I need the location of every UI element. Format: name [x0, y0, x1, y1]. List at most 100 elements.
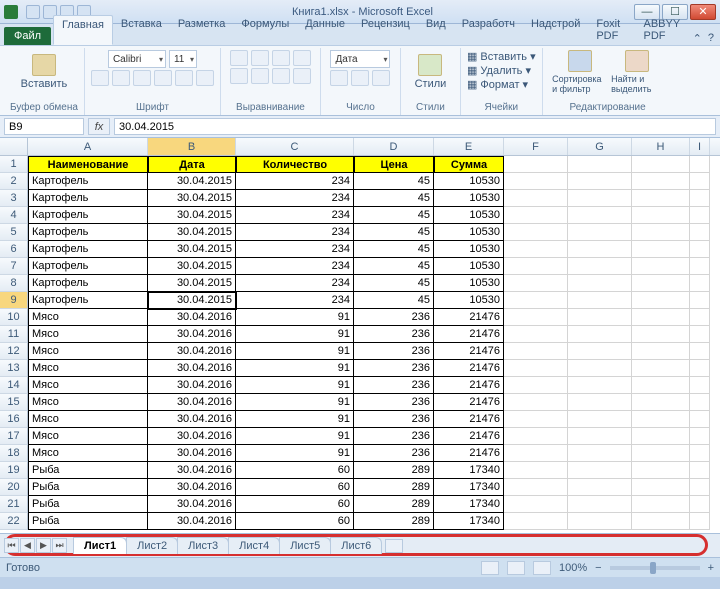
ribbon-tab-8[interactable]: Надстрой	[523, 15, 588, 45]
row-header-12[interactable]: 12	[0, 343, 28, 360]
font-size-combo[interactable]: 11	[169, 50, 197, 68]
cell[interactable]: 289	[354, 479, 434, 496]
cell[interactable]: 45	[354, 241, 434, 258]
cell[interactable]: 234	[236, 275, 354, 292]
row-header-10[interactable]: 10	[0, 309, 28, 326]
header-cell[interactable]: Цена	[354, 156, 434, 173]
cell[interactable]: Мясо	[28, 326, 148, 343]
cell[interactable]: 236	[354, 360, 434, 377]
currency-button[interactable]	[330, 70, 348, 86]
ribbon-tab-4[interactable]: Данные	[297, 15, 353, 45]
cell[interactable]: 289	[354, 462, 434, 479]
cell[interactable]: 17340	[434, 479, 504, 496]
cell[interactable]: Картофель	[28, 258, 148, 275]
cell[interactable]: 21476	[434, 428, 504, 445]
cell[interactable]: 60	[236, 513, 354, 530]
cell[interactable]: 30.04.2016	[148, 309, 236, 326]
merge-button[interactable]	[293, 68, 311, 84]
cell[interactable]: 91	[236, 428, 354, 445]
cell[interactable]: 30.04.2016	[148, 343, 236, 360]
cell[interactable]: 45	[354, 190, 434, 207]
paste-button[interactable]: Вставить	[25, 50, 63, 94]
cell[interactable]: Картофель	[28, 224, 148, 241]
row-header-9[interactable]: 9	[0, 292, 28, 309]
cell[interactable]: Мясо	[28, 445, 148, 462]
cell[interactable]: 91	[236, 377, 354, 394]
zoom-out-button[interactable]: −	[595, 562, 601, 574]
ribbon-tab-5[interactable]: Рецензиц	[353, 15, 418, 45]
cell[interactable]: 30.04.2015	[148, 258, 236, 275]
cell[interactable]: 236	[354, 326, 434, 343]
row-header-19[interactable]: 19	[0, 462, 28, 479]
sheet-nav-last-icon[interactable]: ⏭	[52, 538, 67, 553]
col-header-E[interactable]: E	[434, 138, 504, 155]
cell[interactable]: 30.04.2016	[148, 411, 236, 428]
cell[interactable]: Картофель	[28, 292, 148, 309]
cell[interactable]: 10530	[434, 207, 504, 224]
cell[interactable]: Мясо	[28, 377, 148, 394]
page-break-view-button[interactable]	[533, 561, 551, 575]
ribbon-tab-3[interactable]: Формулы	[233, 15, 297, 45]
cell[interactable]: 91	[236, 326, 354, 343]
row-header-18[interactable]: 18	[0, 445, 28, 462]
cell[interactable]: Рыба	[28, 462, 148, 479]
row-header-5[interactable]: 5	[0, 224, 28, 241]
cell[interactable]: 236	[354, 411, 434, 428]
col-header-A[interactable]: A	[28, 138, 148, 155]
row-header-6[interactable]: 6	[0, 241, 28, 258]
cell[interactable]: Картофель	[28, 190, 148, 207]
align-top-button[interactable]	[230, 50, 248, 66]
cell[interactable]: 60	[236, 496, 354, 513]
cell[interactable]: Мясо	[28, 411, 148, 428]
cell[interactable]: 236	[354, 394, 434, 411]
cell[interactable]: Рыба	[28, 513, 148, 530]
align-middle-button[interactable]	[251, 50, 269, 66]
fill-color-button[interactable]	[175, 70, 193, 86]
cell[interactable]: 91	[236, 309, 354, 326]
font-color-button[interactable]	[196, 70, 214, 86]
fx-button[interactable]: fx	[88, 118, 110, 135]
row-header-13[interactable]: 13	[0, 360, 28, 377]
cell[interactable]: 289	[354, 513, 434, 530]
bold-button[interactable]	[91, 70, 109, 86]
cell[interactable]: 234	[236, 173, 354, 190]
sheet-nav-prev-icon[interactable]: ◀	[20, 538, 35, 553]
zoom-slider[interactable]	[610, 566, 700, 570]
ribbon-tab-10[interactable]: ABBYY PDF	[635, 15, 690, 45]
ribbon-tab-0[interactable]: Главная	[53, 15, 113, 45]
select-all-corner[interactable]	[0, 138, 28, 155]
cell[interactable]: 30.04.2016	[148, 428, 236, 445]
cell[interactable]: 45	[354, 173, 434, 190]
cell[interactable]: 30.04.2015	[148, 292, 236, 309]
cell[interactable]: 91	[236, 343, 354, 360]
new-sheet-button[interactable]	[385, 539, 403, 553]
cell[interactable]: 236	[354, 343, 434, 360]
row-header-22[interactable]: 22	[0, 513, 28, 530]
cell[interactable]: 17340	[434, 513, 504, 530]
cell[interactable]: 91	[236, 394, 354, 411]
delete-cells-button[interactable]: ▦ Удалить ▾	[467, 64, 536, 78]
sheet-tab-5[interactable]: Лист6	[330, 537, 382, 554]
col-header-F[interactable]: F	[504, 138, 568, 155]
col-header-D[interactable]: D	[354, 138, 434, 155]
insert-cells-button[interactable]: ▦ Вставить ▾	[467, 50, 536, 64]
normal-view-button[interactable]	[481, 561, 499, 575]
cell[interactable]: Мясо	[28, 428, 148, 445]
cell[interactable]: 30.04.2016	[148, 462, 236, 479]
cell[interactable]: Мясо	[28, 309, 148, 326]
number-format-combo[interactable]: Дата	[330, 50, 390, 68]
wrap-text-button[interactable]	[293, 50, 311, 66]
cell[interactable]: 236	[354, 377, 434, 394]
cell[interactable]: Мясо	[28, 343, 148, 360]
cell[interactable]: 30.04.2015	[148, 241, 236, 258]
row-header-8[interactable]: 8	[0, 275, 28, 292]
sheet-tab-3[interactable]: Лист4	[228, 537, 280, 554]
cell[interactable]: 30.04.2015	[148, 173, 236, 190]
sheet-nav-first-icon[interactable]: ⏮	[4, 538, 19, 553]
styles-button[interactable]: Стили	[411, 50, 449, 94]
row-header-3[interactable]: 3	[0, 190, 28, 207]
cell[interactable]: 60	[236, 462, 354, 479]
cell[interactable]: 10530	[434, 275, 504, 292]
page-layout-view-button[interactable]	[507, 561, 525, 575]
cell[interactable]: 10530	[434, 224, 504, 241]
